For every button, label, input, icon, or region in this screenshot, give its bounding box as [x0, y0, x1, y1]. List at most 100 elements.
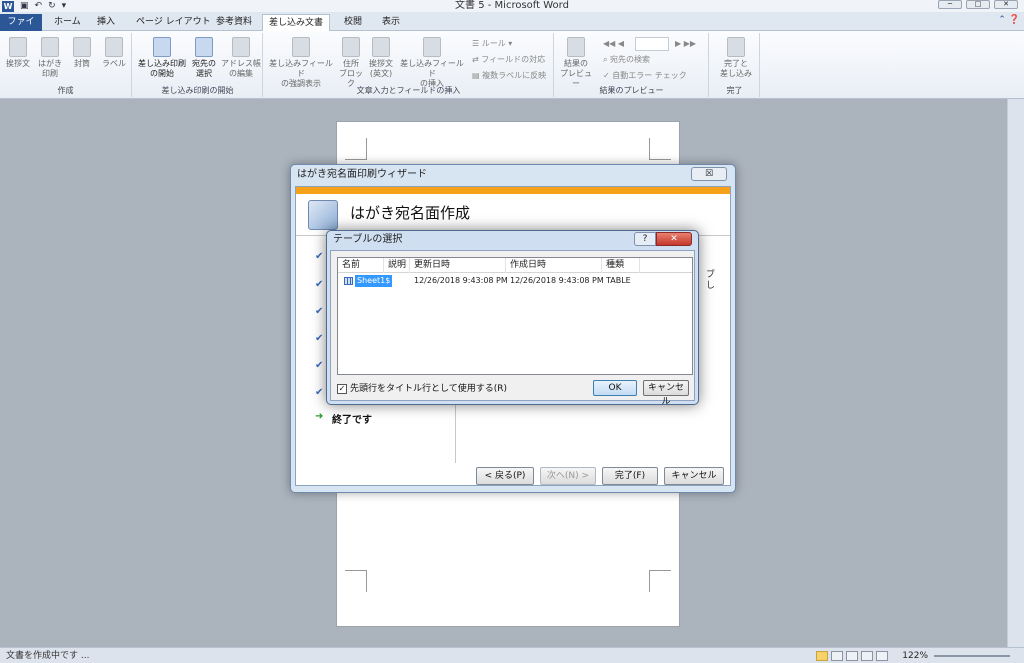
group-finish: 完了と 差し込み 完了: [710, 33, 760, 97]
print-layout-view-icon[interactable]: [816, 651, 828, 661]
match-fields-button[interactable]: ⇄ フィールドの対応: [472, 54, 545, 65]
dialog-help-button[interactable]: ?: [634, 232, 656, 246]
label-button[interactable]: ラベル: [100, 37, 128, 69]
group-label-preview: 結果のプレビュー: [599, 86, 664, 95]
wizard-card-icon: [308, 200, 338, 230]
greeting-en-icon: [372, 37, 390, 57]
finish-merge-icon: [727, 37, 745, 57]
record-nav-next[interactable]: ▶ ▶▶: [675, 38, 696, 49]
wizard-heading: はがき宛名面作成: [350, 204, 471, 222]
tab-home[interactable]: ホーム: [48, 14, 87, 31]
view-buttons: [816, 651, 888, 661]
crop-mark: [649, 570, 671, 592]
start-merge-button[interactable]: 差し込み印刷 の開始: [135, 37, 189, 79]
address-block-icon: [342, 37, 360, 57]
select-table-dialog: テーブルの選択 ? ✕ 名前 説明 更新日時 作成日時 種類 Sheet1$ 1…: [326, 230, 699, 407]
window-controls: ─ □ ✕: [938, 0, 1018, 9]
wizard-accent-bar: [296, 187, 730, 194]
ok-button[interactable]: OK: [593, 380, 637, 396]
cancel-button[interactable]: キャンセル: [643, 380, 689, 407]
status-bar: 文書を作成中です ... 122%: [0, 647, 1024, 663]
insert-merge-field-button[interactable]: 差し込みフィールド の挿入: [398, 37, 466, 89]
vertical-scrollbar[interactable]: [1007, 99, 1024, 647]
tab-file[interactable]: ファイル: [0, 14, 42, 43]
wizard-finish-button[interactable]: 完了(F): [602, 467, 658, 485]
greeting-button[interactable]: 挨拶文: [4, 37, 32, 69]
record-number-input[interactable]: [635, 37, 669, 51]
preview-results-button[interactable]: 結果の プレビュー: [557, 37, 595, 89]
minimize-icon[interactable]: ─: [938, 0, 962, 9]
finish-merge-button[interactable]: 完了と 差し込み: [714, 37, 758, 79]
wizard-title: はがき宛名面印刷ウィザード: [297, 169, 427, 180]
hagaki-print-button[interactable]: はがき 印刷: [36, 37, 64, 79]
close-window-icon[interactable]: ✕: [994, 0, 1018, 9]
tab-references[interactable]: 参考資料: [210, 14, 258, 31]
column-header-created[interactable]: 作成日時: [506, 258, 602, 273]
full-screen-view-icon[interactable]: [831, 651, 843, 661]
greeting-line-en-button[interactable]: 挨拶文 (英文): [366, 37, 396, 79]
web-layout-view-icon[interactable]: [846, 651, 858, 661]
wizard-close-button[interactable]: ☒: [691, 167, 727, 181]
edit-recipient-list-button[interactable]: アドレス帳 の編集: [221, 37, 261, 79]
wizard-back-button[interactable]: < 戻る(P): [476, 467, 534, 485]
update-labels-button[interactable]: ▤ 複数ラベルに反映: [472, 70, 546, 81]
group-label-create: 作成: [57, 86, 74, 95]
outline-view-icon[interactable]: [861, 651, 873, 661]
first-row-header-checkbox-row[interactable]: ✓ 先頭行をタイトル行として使用する(R): [337, 383, 507, 395]
first-row-header-label: 先頭行をタイトル行として使用する(R): [350, 384, 508, 394]
group-write-insert-fields: 差し込みフィールド の強調表示 住所 ブロック 挨拶文 (英文) 差し込みフィー…: [264, 33, 554, 97]
status-text: 文書を作成中です ...: [6, 651, 90, 661]
find-recipient-button[interactable]: ⌕ 宛先の検索: [603, 54, 650, 65]
column-header-name[interactable]: 名前: [338, 258, 384, 273]
group-start-merge: 差し込み印刷 の開始 宛先の 選択 アドレス帳 の編集 差し込み印刷の開始: [133, 33, 263, 97]
table-row[interactable]: Sheet1$ 12/26/2018 9:43:08 PM 12/26/2018…: [338, 275, 692, 287]
wizard-next-button[interactable]: 次へ(N) >: [540, 467, 596, 485]
table-list[interactable]: 名前 説明 更新日時 作成日時 種類 Sheet1$ 12/26/2018 9:…: [337, 257, 693, 375]
wizard-cancel-button[interactable]: キャンセル: [664, 467, 724, 485]
select-table-title-buttons: ? ✕: [634, 232, 692, 246]
first-row-header-checkbox[interactable]: ✓: [337, 384, 347, 394]
step-check-icon: ✔: [315, 387, 324, 398]
column-header-description[interactable]: 説明: [384, 258, 410, 273]
envelope-icon: [73, 37, 91, 57]
table-row-type: TABLE: [606, 276, 631, 285]
ribbon: 挨拶文 はがき 印刷 封筒 ラベル 作成 差し込み印刷 の開始 宛先の 選択 ア…: [0, 31, 1024, 99]
zoom-level[interactable]: 122%: [902, 649, 928, 663]
highlight-icon: [292, 37, 310, 57]
column-header-type[interactable]: 種類: [602, 258, 640, 273]
tab-review[interactable]: 校閲: [338, 14, 368, 31]
address-block-button[interactable]: 住所 ブロック: [336, 37, 366, 89]
draft-view-icon[interactable]: [876, 651, 888, 661]
rules-button[interactable]: ☰ ルール ▾: [472, 38, 512, 49]
tab-insert[interactable]: 挿入: [91, 14, 121, 31]
tab-view[interactable]: 表示: [376, 14, 406, 31]
highlight-fields-button[interactable]: 差し込みフィールド の強調表示: [266, 37, 336, 89]
dialog-close-button[interactable]: ✕: [656, 232, 692, 246]
wizard-partial-text: し: [706, 281, 716, 291]
preview-icon: [567, 37, 585, 57]
help-icon[interactable]: ⌃ ❓: [998, 15, 1020, 25]
recipients-icon: [195, 37, 213, 57]
envelope-button[interactable]: 封筒: [68, 37, 96, 69]
step-finish-label: 終了です: [332, 415, 372, 426]
maximize-icon[interactable]: □: [966, 0, 990, 9]
window-title: 文書 5 - Microsoft Word: [455, 0, 569, 11]
start-merge-icon: [153, 37, 171, 57]
edit-list-icon: [232, 37, 250, 57]
tab-page-layout[interactable]: ページ レイアウト: [130, 14, 217, 31]
column-header-modified[interactable]: 更新日時: [410, 258, 506, 273]
select-table-title: テーブルの選択: [333, 234, 403, 245]
record-nav[interactable]: ◀◀ ◀: [603, 38, 624, 49]
auto-check-errors-button[interactable]: ✓ 自動エラー チェック: [603, 70, 687, 81]
zoom-slider[interactable]: [934, 655, 1010, 657]
table-list-header: 名前 説明 更新日時 作成日時 種類: [338, 258, 692, 273]
group-preview-results: 結果の プレビュー ◀◀ ◀ ▶ ▶▶ ⌕ 宛先の検索 ✓ 自動エラー チェック…: [555, 33, 709, 97]
select-recipients-button[interactable]: 宛先の 選択: [189, 37, 219, 79]
ribbon-tab-bar: ファイル ホーム 挿入 ページ レイアウト 参考資料 差し込み文書 校閲 表示 …: [0, 12, 1024, 43]
step-check-icon: ✔: [315, 306, 324, 317]
table-row-name[interactable]: Sheet1$: [355, 275, 393, 287]
group-label-finish: 完了: [726, 86, 743, 95]
tab-mailings[interactable]: 差し込み文書: [262, 14, 331, 31]
hagaki-icon: [41, 37, 59, 57]
crop-mark: [649, 138, 671, 160]
